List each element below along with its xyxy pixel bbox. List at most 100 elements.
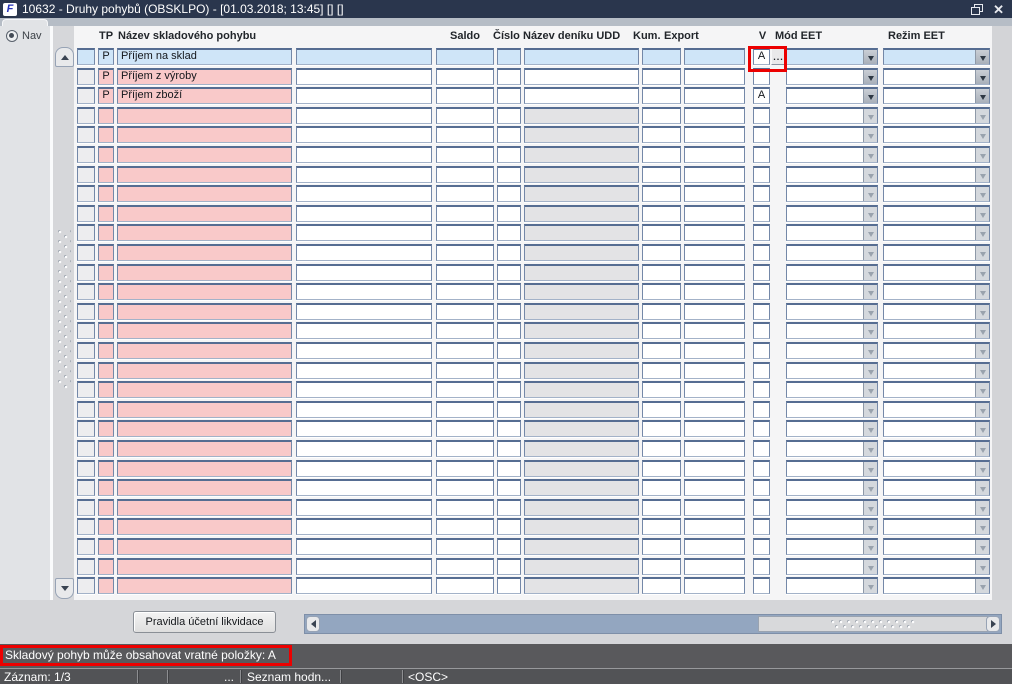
name-cell[interactable] (117, 342, 292, 359)
saldo-cell[interactable] (436, 264, 494, 281)
denik-cell[interactable] (524, 224, 639, 241)
denik-cell[interactable] (524, 68, 639, 85)
cislo-cell[interactable] (497, 264, 521, 281)
ind-cell[interactable] (77, 68, 95, 85)
saldo-cell[interactable] (436, 205, 494, 222)
denik-cell[interactable] (524, 381, 639, 398)
denik-cell[interactable] (524, 303, 639, 320)
wide-cell[interactable] (296, 68, 432, 85)
name-cell[interactable] (117, 126, 292, 143)
ellipsis-lookup-button[interactable]: ... (771, 48, 786, 65)
denik-cell[interactable] (524, 205, 639, 222)
kum-cell[interactable] (642, 499, 681, 516)
tp-cell[interactable] (98, 224, 114, 241)
wide-cell[interactable] (296, 146, 432, 163)
saldo-cell[interactable] (436, 244, 494, 261)
v-cell[interactable] (753, 479, 770, 496)
export-cell[interactable] (684, 244, 745, 261)
tp-cell[interactable] (98, 558, 114, 575)
tp-cell[interactable] (98, 146, 114, 163)
wide-cell[interactable] (296, 577, 432, 594)
saldo-cell[interactable] (436, 362, 494, 379)
name-cell[interactable] (117, 205, 292, 222)
rezim-cell[interactable] (883, 264, 990, 281)
denik-cell[interactable] (524, 577, 639, 594)
ind-cell[interactable] (77, 244, 95, 261)
mod-cell[interactable] (786, 244, 878, 261)
nav-radio-item[interactable]: Nav (6, 30, 42, 42)
name-cell[interactable] (117, 479, 292, 496)
ind-cell[interactable] (77, 479, 95, 496)
v-cell[interactable] (753, 460, 770, 477)
export-cell[interactable] (684, 558, 745, 575)
name-cell[interactable] (117, 166, 292, 183)
cislo-cell[interactable] (497, 518, 521, 535)
saldo-cell[interactable] (436, 107, 494, 124)
mod-cell[interactable] (786, 381, 878, 398)
v-cell[interactable] (753, 577, 770, 594)
tp-cell[interactable] (98, 303, 114, 320)
ind-cell[interactable] (77, 146, 95, 163)
rezim-cell[interactable] (883, 146, 990, 163)
denik-cell[interactable] (524, 185, 639, 202)
ind-cell[interactable] (77, 322, 95, 339)
denik-cell[interactable] (524, 440, 639, 457)
cislo-cell[interactable] (497, 538, 521, 555)
kum-cell[interactable] (642, 577, 681, 594)
tp-cell[interactable] (98, 440, 114, 457)
name-cell[interactable] (117, 381, 292, 398)
mod-cell[interactable] (786, 87, 878, 104)
export-cell[interactable] (684, 322, 745, 339)
export-cell[interactable] (684, 166, 745, 183)
chevron-down-icon[interactable] (863, 70, 877, 84)
mod-cell[interactable] (786, 166, 878, 183)
tp-cell[interactable]: P (98, 48, 114, 65)
cislo-cell[interactable] (497, 303, 521, 320)
saldo-cell[interactable] (436, 558, 494, 575)
wide-cell[interactable] (296, 381, 432, 398)
restore-window-icon[interactable] (971, 3, 984, 15)
wide-cell[interactable] (296, 107, 432, 124)
ind-cell[interactable] (77, 224, 95, 241)
v-cell[interactable] (753, 558, 770, 575)
mod-cell[interactable] (786, 518, 878, 535)
v-cell[interactable] (753, 420, 770, 437)
mod-cell[interactable] (786, 48, 878, 65)
wide-cell[interactable] (296, 460, 432, 477)
name-cell[interactable] (117, 401, 292, 418)
mod-cell[interactable] (786, 283, 878, 300)
mod-cell[interactable] (786, 107, 878, 124)
v-cell[interactable] (753, 264, 770, 281)
cislo-cell[interactable] (497, 87, 521, 104)
ind-cell[interactable] (77, 185, 95, 202)
kum-cell[interactable] (642, 440, 681, 457)
mod-cell[interactable] (786, 342, 878, 359)
cislo-cell[interactable] (497, 362, 521, 379)
cislo-cell[interactable] (497, 48, 521, 65)
rezim-cell[interactable] (883, 48, 990, 65)
mod-cell[interactable] (786, 499, 878, 516)
denik-cell[interactable] (524, 48, 639, 65)
ind-cell[interactable] (77, 558, 95, 575)
saldo-cell[interactable] (436, 499, 494, 516)
name-cell[interactable] (117, 362, 292, 379)
v-cell[interactable] (753, 381, 770, 398)
tp-cell[interactable] (98, 362, 114, 379)
tp-cell[interactable] (98, 577, 114, 594)
ind-cell[interactable] (77, 48, 95, 65)
v-cell[interactable] (753, 224, 770, 241)
horizontal-scrollbar-track[interactable] (304, 614, 1002, 634)
rezim-cell[interactable] (883, 107, 990, 124)
scroll-down-button[interactable] (55, 578, 74, 599)
v-cell[interactable] (753, 538, 770, 555)
tp-cell[interactable] (98, 479, 114, 496)
mod-cell[interactable] (786, 577, 878, 594)
wide-cell[interactable] (296, 283, 432, 300)
export-cell[interactable] (684, 146, 745, 163)
mod-cell[interactable] (786, 146, 878, 163)
ind-cell[interactable] (77, 87, 95, 104)
kum-cell[interactable] (642, 126, 681, 143)
horizontal-scrollbar-thumb[interactable] (758, 616, 988, 632)
kum-cell[interactable] (642, 283, 681, 300)
v-cell[interactable] (753, 185, 770, 202)
